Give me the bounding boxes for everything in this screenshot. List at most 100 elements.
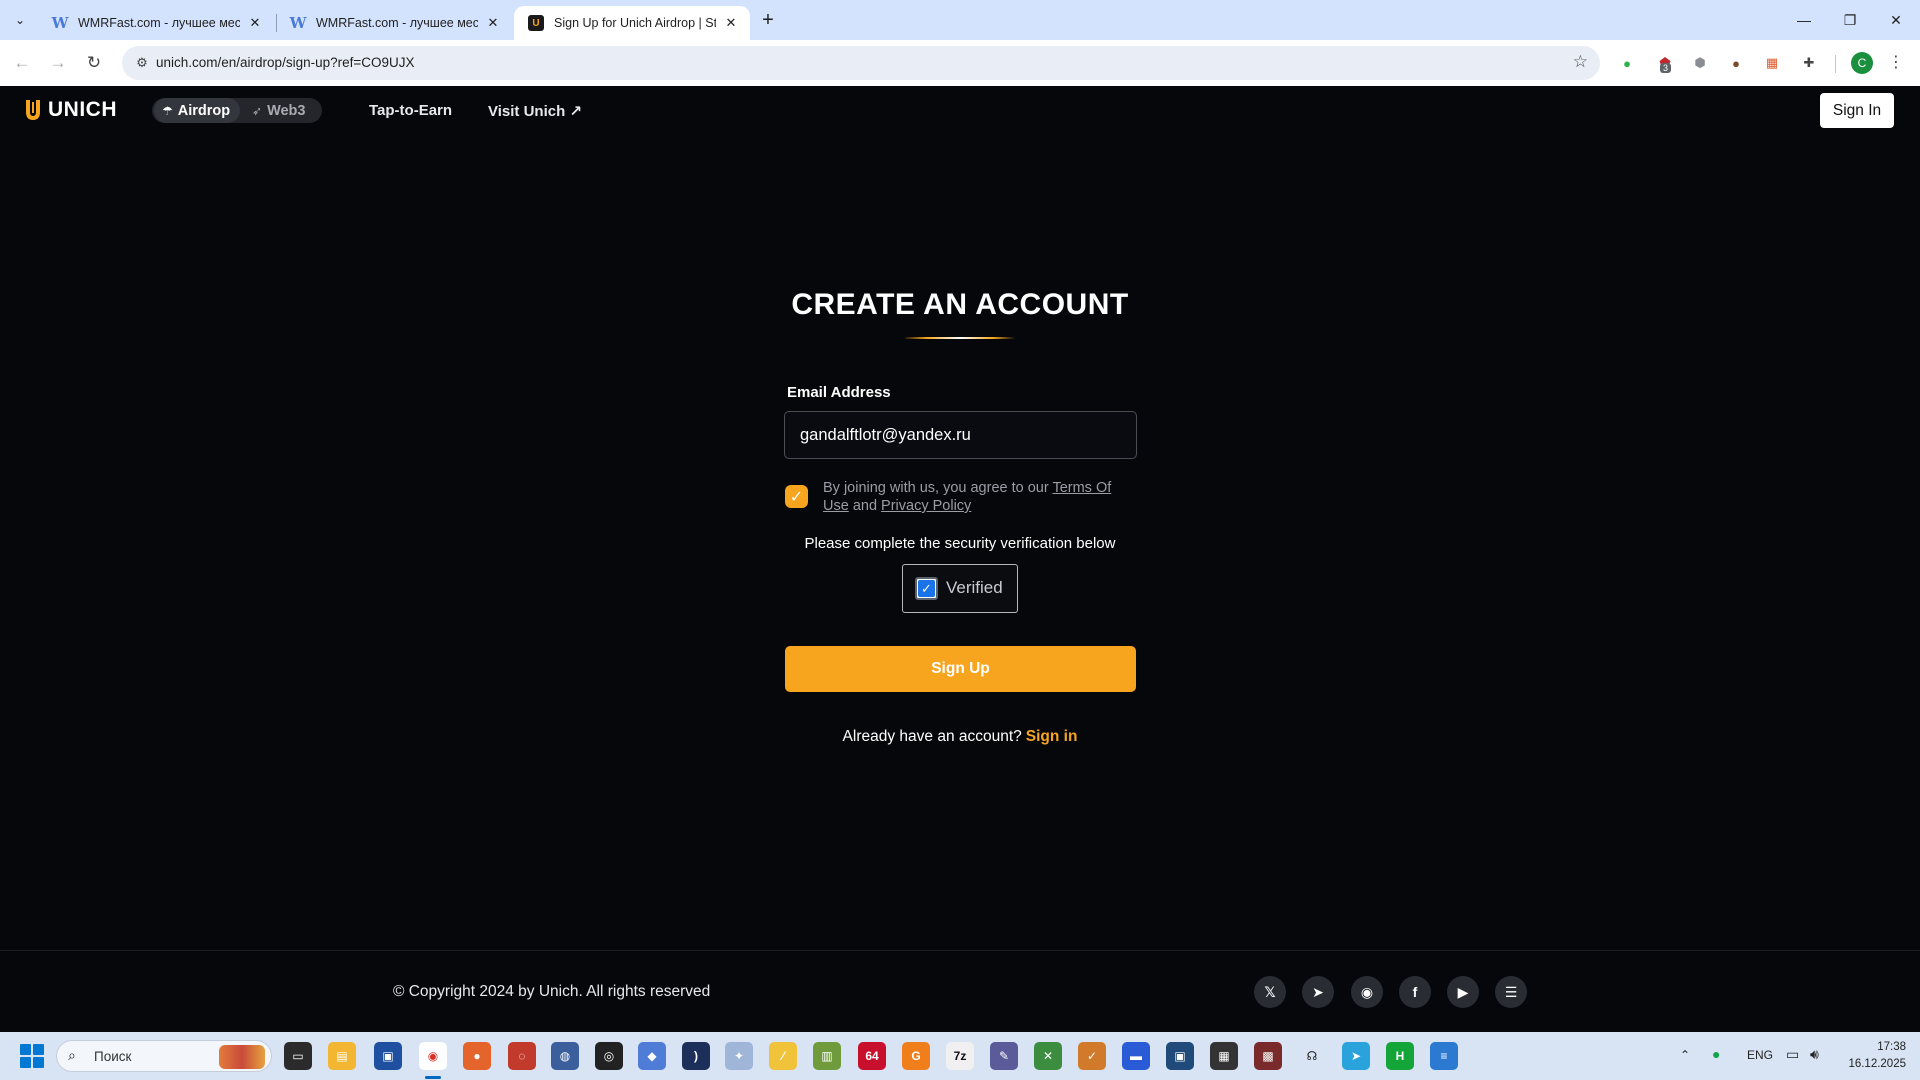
app-icon-red-swirl[interactable]: ◌	[508, 1042, 536, 1070]
site-header: UNICH ☂ Airdrop ➶ Web3 Tap-to-Earn Visit…	[0, 86, 1920, 136]
x-icon[interactable]: 𝕏	[1254, 976, 1286, 1008]
tab-title: WMRFast.com - лучшее место	[78, 16, 240, 30]
segment-web3[interactable]: ➶ Web3	[246, 98, 320, 123]
profile-avatar[interactable]: C	[1851, 52, 1873, 74]
app-icon-globe[interactable]: ◍	[551, 1042, 579, 1070]
unich-logo-icon	[24, 98, 42, 122]
app-icon-alien[interactable]: ☊	[1298, 1042, 1326, 1070]
minimize-icon[interactable]: —	[1781, 0, 1827, 40]
taskbar-clock[interactable]: 17:38 16.12.2025	[1846, 1039, 1906, 1073]
close-window-icon[interactable]: ✕	[1873, 0, 1919, 40]
app-icon-checklist[interactable]: ✓	[1078, 1042, 1106, 1070]
app-icon-monitor[interactable]: ▣	[1166, 1042, 1194, 1070]
header-sign-in-button[interactable]: Sign In	[1820, 93, 1894, 128]
browser-menu-icon[interactable]: ⋮	[1888, 52, 1904, 72]
app-icon-map[interactable]: ▥	[813, 1042, 841, 1070]
facebook-icon[interactable]: f	[1399, 976, 1431, 1008]
gitbook-icon[interactable]: ☰	[1495, 976, 1527, 1008]
search-icon: ⌕	[68, 1047, 76, 1063]
browser-tab-bar: ⌄ W WMRFast.com - лучшее место ✕ W WMRFa…	[0, 0, 1920, 40]
extension-shield-gray-icon[interactable]: ⬢	[1690, 53, 1710, 73]
app-icon-image[interactable]: ▩	[1254, 1042, 1282, 1070]
site-settings-icon[interactable]: ⚙	[132, 53, 152, 73]
segment-label: Airdrop	[177, 102, 231, 119]
tab-close-icon[interactable]: ✕	[484, 14, 502, 32]
tab-close-icon[interactable]: ✕	[246, 14, 264, 32]
browser-tab-1[interactable]: W WMRFast.com - лучшее место ✕	[38, 6, 274, 40]
verification-note: Please complete the security verificatio…	[804, 535, 1116, 552]
tab-close-icon[interactable]: ✕	[722, 14, 740, 32]
app-icon-window[interactable]: ▬	[1122, 1042, 1150, 1070]
taskbar-search[interactable]: ⌕ Поиск	[56, 1040, 272, 1072]
telegram-app-icon[interactable]: ➤	[1342, 1042, 1370, 1070]
address-bar[interactable]: ⚙ unich.com/en/airdrop/sign-up?ref=CO9UJ…	[122, 46, 1600, 80]
tray-chevron-up-icon[interactable]: ⌃	[1680, 1048, 1690, 1062]
email-field[interactable]	[784, 411, 1137, 459]
extension-colorful-icon[interactable]: ▦	[1762, 53, 1782, 73]
back-arrow-icon[interactable]: ←	[8, 49, 36, 77]
windows-start-icon[interactable]	[20, 1044, 44, 1068]
restore-window-icon[interactable]: ❐	[1827, 0, 1873, 40]
tray-security-icon[interactable]: ●	[1712, 1046, 1720, 1062]
page-title: CREATE AN ACCOUNT	[791, 288, 1129, 321]
rocket-icon: ➶	[252, 103, 263, 118]
browser-tab-2[interactable]: W WMRFast.com - лучшее место ✕	[276, 6, 512, 40]
app-icon-blue-square[interactable]: ◆	[638, 1042, 666, 1070]
discord-icon[interactable]: ◉	[1351, 976, 1383, 1008]
extension-green-icon[interactable]: ●	[1617, 53, 1637, 73]
forward-arrow-icon[interactable]: →	[44, 49, 72, 77]
extension-cookie-icon[interactable]: ●	[1726, 53, 1746, 73]
browser-tab-3-active[interactable]: U Sign Up for Unich Airdrop | Sta ✕	[514, 6, 750, 40]
aida64-icon[interactable]: 64	[858, 1042, 886, 1070]
unich-logo-icon: U	[528, 15, 544, 31]
terms-prefix: By joining with us, you agree to our	[823, 480, 1053, 496]
tab-search-chevron-icon[interactable]: ⌄	[8, 8, 32, 32]
app-icon-xbox[interactable]: ✕	[1034, 1042, 1062, 1070]
sign-in-link[interactable]: Sign in	[1026, 728, 1078, 745]
app-icon-clapperboard[interactable]: ▦	[1210, 1042, 1238, 1070]
telegram-icon[interactable]: ➤	[1302, 976, 1334, 1008]
extensions-puzzle-icon[interactable]: ✚	[1799, 53, 1819, 73]
verification-checkbox[interactable]: ✓	[915, 577, 938, 600]
tray-network-icon[interactable]: ▭	[1786, 1046, 1799, 1063]
terms-checkbox[interactable]: ✓	[785, 485, 808, 508]
privacy-policy-link[interactable]: Privacy Policy	[881, 498, 971, 514]
notepad-icon[interactable]: ≡	[1430, 1042, 1458, 1070]
firefox-icon[interactable]: ●	[463, 1042, 491, 1070]
obs-icon[interactable]: ◎	[595, 1042, 623, 1070]
w-letter-icon: W	[289, 14, 307, 32]
clock-date: 16.12.2025	[1848, 1058, 1906, 1070]
save-app-icon[interactable]: ▣	[374, 1042, 402, 1070]
segment-label: Web3	[267, 102, 306, 119]
youtube-icon[interactable]: ▶	[1447, 976, 1479, 1008]
parachute-icon: ☂	[162, 103, 173, 118]
segment-airdrop[interactable]: ☂ Airdrop	[154, 98, 240, 123]
sign-up-button[interactable]: Sign Up	[785, 646, 1136, 692]
app-icon-orange-doc[interactable]: G	[902, 1042, 930, 1070]
nav-tap-to-earn[interactable]: Tap-to-Earn	[369, 102, 452, 119]
7zip-icon[interactable]: 7z	[946, 1042, 974, 1070]
extension-badge-count: 3	[1660, 63, 1672, 73]
terms-and: and	[848, 498, 882, 514]
w-letter-icon: W	[51, 14, 69, 32]
nav-visit-unich[interactable]: Visit Unich ↗	[488, 102, 582, 120]
unich-logo[interactable]: UNICH	[24, 98, 117, 122]
reload-icon[interactable]: ↻	[80, 49, 108, 77]
app-icon-wand[interactable]: ⁄	[769, 1042, 797, 1070]
app-icon-pinwheel[interactable]: ✦	[725, 1042, 753, 1070]
new-tab-plus-icon[interactable]: +	[756, 8, 780, 32]
file-explorer-icon[interactable]: ▤	[328, 1042, 356, 1070]
app-icon-signal[interactable]: )	[682, 1042, 710, 1070]
site-footer: © Copyright 2024 by Unich. All rights re…	[0, 950, 1920, 1032]
app-icon-editor[interactable]: ✎	[990, 1042, 1018, 1070]
security-verification-widget[interactable]: ✓ Verified	[902, 564, 1018, 613]
chrome-icon[interactable]: ◉	[419, 1042, 447, 1070]
app-icon-green-letter[interactable]: H	[1386, 1042, 1414, 1070]
tray-language[interactable]: ENG	[1747, 1048, 1773, 1062]
bookmark-star-icon[interactable]: ☆	[1573, 52, 1588, 72]
tray-volume-icon[interactable]: 🔊︎	[1810, 1046, 1819, 1063]
product-switcher: ☂ Airdrop ➶ Web3	[152, 98, 322, 123]
email-label: Email Address	[787, 384, 891, 401]
task-view-icon[interactable]: ▭	[284, 1042, 312, 1070]
have-account-text: Already have an account?	[842, 728, 1022, 745]
